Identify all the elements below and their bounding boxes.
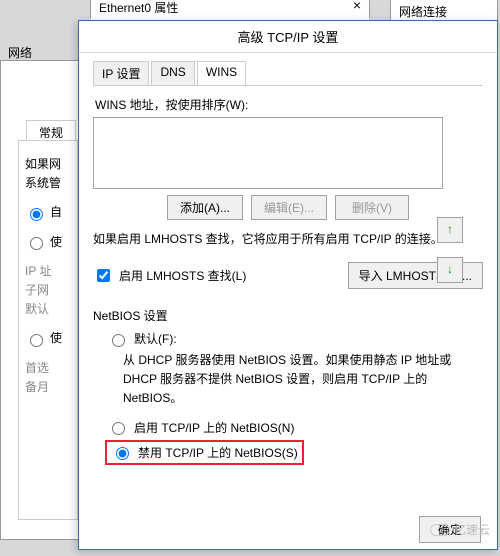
move-up-button[interactable]: ↑ [437, 217, 463, 243]
netbios-disable-label: 禁用 TCP/IP 上的 NetBIOS(S) [138, 444, 298, 461]
wins-address-label: WINS 地址，按使用排序(W): [95, 96, 483, 113]
netbios-default-label: 默认(F): [134, 330, 177, 347]
tab-strip: IP 设置 DNS WINS [93, 61, 483, 86]
netbios-group-label: NetBIOS 设置 [93, 307, 483, 324]
tab-dns[interactable]: DNS [151, 61, 194, 85]
close-icon[interactable]: × [353, 0, 361, 13]
ethernet-title: Ethernet0 属性 [99, 1, 178, 15]
bg-use-radio[interactable] [30, 237, 43, 250]
netbios-enable-row[interactable]: 启用 TCP/IP 上的 NetBIOS(N) [107, 419, 483, 436]
netbios-default-desc: 从 DHCP 服务器使用 NetBIOS 设置。如果使用静态 IP 地址或 DH… [123, 351, 483, 409]
lmhosts-note: 如果启用 LMHOSTS 查找，它将应用于所有启用 TCP/IP 的连接。 [93, 230, 483, 248]
netbios-default-row[interactable]: 默认(F): [107, 330, 483, 347]
bg-use2-radio[interactable] [30, 334, 43, 347]
netbios-disable-highlight: 禁用 TCP/IP 上的 NetBIOS(S) [105, 440, 304, 465]
edit-button: 编辑(E)... [251, 195, 327, 220]
cloud-icon [430, 524, 450, 536]
watermark: 亿速云 [430, 521, 490, 538]
netbios-default-radio[interactable] [112, 334, 125, 347]
dialog-title: 高级 TCP/IP 设置 [79, 21, 497, 53]
remove-button: 删除(V) [335, 195, 409, 220]
move-down-button[interactable]: ↓ [437, 257, 463, 283]
enable-lmhosts-label: 启用 LMHOSTS 查找(L) [119, 267, 246, 284]
wins-address-list[interactable] [93, 117, 443, 189]
enable-lmhosts-row[interactable]: 启用 LMHOSTS 查找(L) [93, 266, 246, 285]
tab-wins[interactable]: WINS [197, 61, 246, 85]
netbios-disable-row[interactable]: 禁用 TCP/IP 上的 NetBIOS(S) [111, 444, 298, 461]
bg-auto-radio[interactable] [30, 208, 43, 221]
network-label: 网络 [8, 44, 32, 61]
add-button[interactable]: 添加(A)... [167, 195, 243, 220]
advanced-tcpip-dialog: 高级 TCP/IP 设置 IP 设置 DNS WINS WINS 地址，按使用排… [78, 20, 498, 550]
tab-ip-settings[interactable]: IP 设置 [93, 61, 149, 85]
netbios-enable-radio[interactable] [112, 422, 125, 435]
netbios-enable-label: 启用 TCP/IP 上的 NetBIOS(N) [134, 419, 294, 436]
background-panel: 如果网 系统管 自 使 IP 址 子网 默认 使 首选 备月 [18, 140, 78, 520]
netbios-disable-radio[interactable] [116, 447, 129, 460]
enable-lmhosts-checkbox[interactable] [97, 269, 110, 282]
